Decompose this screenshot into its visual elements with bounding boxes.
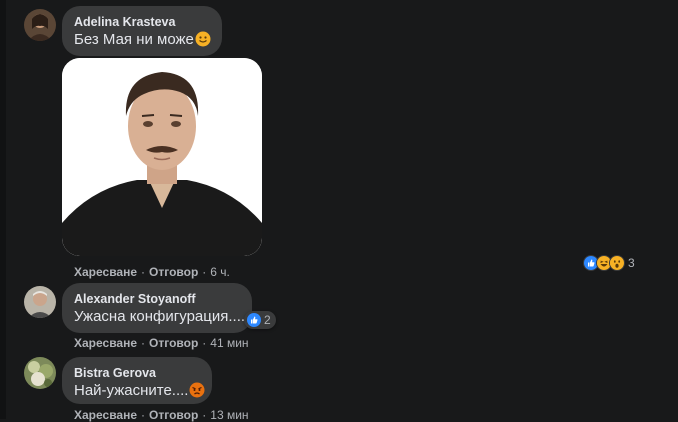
reaction-summary[interactable]: 3 — [581, 254, 639, 272]
reply-action[interactable]: Отговор — [149, 265, 198, 279]
comment-actions: Харесване · Отговор · 13 мин — [74, 408, 249, 422]
reaction-count: 2 — [264, 313, 271, 327]
wow-reaction-icon — [609, 255, 625, 271]
comment-timestamp[interactable]: 41 мин — [210, 336, 248, 350]
avatar[interactable] — [24, 286, 56, 318]
reply-action[interactable]: Отговор — [149, 408, 198, 422]
comment-timestamp[interactable]: 6 ч. — [210, 265, 230, 279]
comment-bubble: Adelina Krasteva Без Мая ни може — [62, 6, 222, 56]
slightly-smiling-emoji-icon — [195, 31, 211, 47]
like-reaction-icon — [246, 312, 262, 328]
comment-text: Без Мая ни може — [74, 31, 194, 48]
comment-text: Най-ужасните.... — [74, 382, 189, 399]
avatar[interactable] — [24, 357, 56, 389]
comment-author[interactable]: Adelina Krasteva — [74, 14, 210, 30]
like-action[interactable]: Харесване — [74, 336, 137, 350]
like-action[interactable]: Харесване — [74, 265, 137, 279]
comment-text: Ужасна конфигурация.... — [74, 308, 246, 325]
comment-bubble: Alexander Stoyanoff Ужасна конфигурация.… — [62, 283, 252, 333]
comment-bubble: Bistra Gerova Най-ужасните.... — [62, 357, 212, 404]
comment-author[interactable]: Bistra Gerova — [74, 365, 200, 381]
like-action[interactable]: Харесване — [74, 408, 137, 422]
reaction-count: 3 — [628, 256, 635, 270]
reply-action[interactable]: Отговор — [149, 336, 198, 350]
angry-face-emoji-icon — [189, 382, 205, 398]
comment-actions: Харесване · Отговор · 41 мин — [74, 336, 249, 350]
comment-timestamp[interactable]: 13 мин — [210, 408, 248, 422]
avatar[interactable] — [24, 9, 56, 41]
reaction-summary[interactable]: 2 — [244, 311, 276, 329]
comment-actions: Харесване · Отговор · 6 ч. — [74, 265, 230, 279]
comment-photo[interactable] — [62, 58, 262, 256]
comment-author[interactable]: Alexander Stoyanoff — [74, 291, 240, 307]
page-edge — [0, 0, 6, 419]
